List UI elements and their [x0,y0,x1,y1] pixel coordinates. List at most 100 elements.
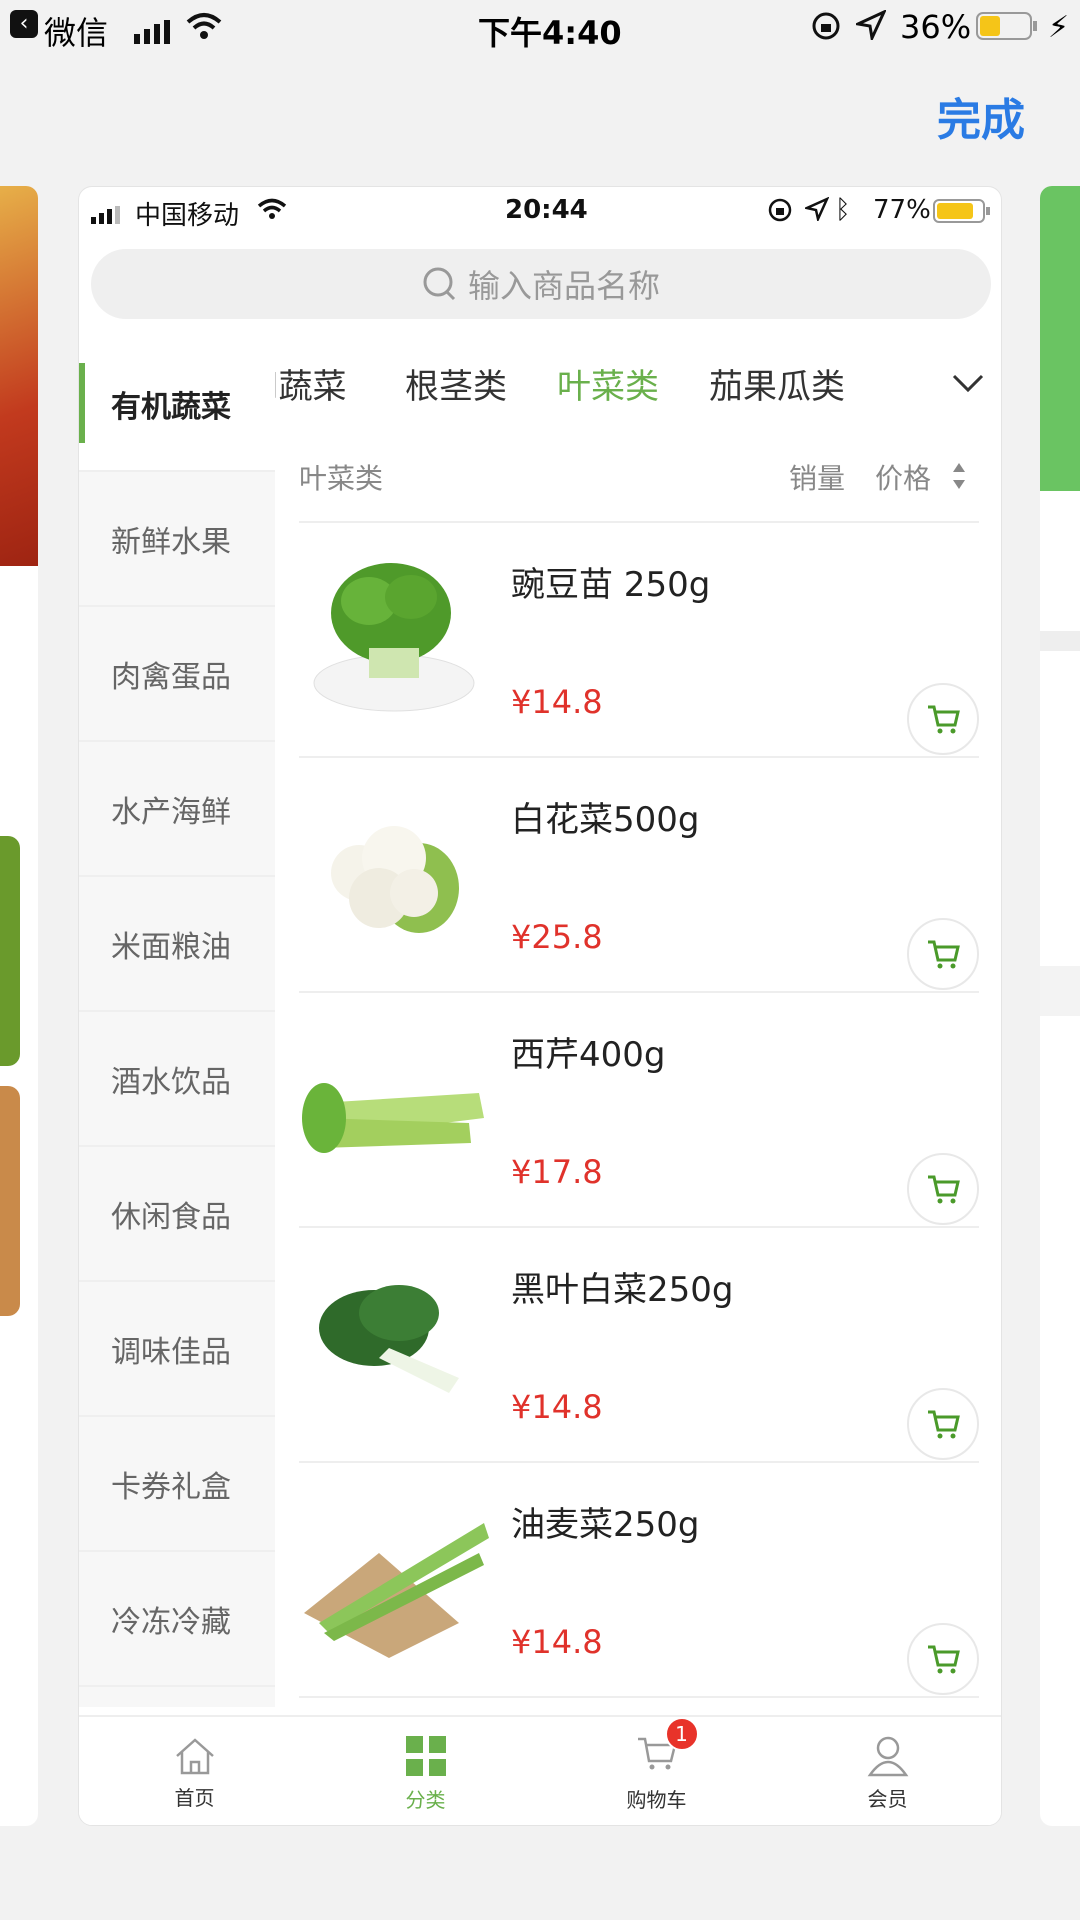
product-row[interactable]: 豌豆苗 250g ¥14.8 [299,523,979,758]
tab-category[interactable]: 分类 [310,1717,541,1825]
inner-clock: 20:44 [505,195,588,225]
sort-arrows-icon[interactable] [951,461,967,498]
product-price: ¥14.8 [511,1388,603,1426]
tab-root-veg[interactable]: 根茎类 [405,359,507,408]
preview-divider [1040,631,1080,651]
bottom-tab-bar: 首页 分类 1 购物车 会员 [79,1715,1001,1825]
product-image-lettuce [299,1493,489,1663]
battery-icon [976,12,1040,50]
battery-icon [933,199,993,230]
cart-icon [928,1175,960,1204]
home-icon [175,1737,214,1774]
location-icon [852,8,888,48]
product-row[interactable]: 白花菜500g ¥25.8 [299,758,979,993]
signal-icon [134,14,174,52]
sidebar-item-label: 酒水饮品 [111,1064,231,1100]
sidebar-item-label: 休闲食品 [111,1199,231,1235]
tab-cart[interactable]: 1 购物车 [541,1717,772,1825]
sidebar-item-label: 有机蔬菜 [111,389,231,425]
sidebar-item-frozen[interactable]: 冷冻冷藏 [79,1552,275,1687]
product-name: 黑叶白菜250g [511,1270,734,1310]
tab-leafy-veg[interactable]: 叶菜类 [557,359,659,408]
sidebar-item-label: 水产海鲜 [111,794,231,830]
product-image-pea-shoots [299,553,489,723]
search-input[interactable]: 输入商品名称 [91,249,991,319]
product-price: ¥25.8 [511,918,603,956]
preview-image [1040,186,1080,491]
preview-image [0,1086,20,1316]
sidebar-item-seasoning[interactable]: 调味佳品 [79,1282,275,1417]
sidebar-item-gift-cards[interactable]: 卡券礼盒 [79,1417,275,1552]
product-name: 油麦菜250g [511,1505,700,1545]
list-category-title: 叶菜类 [299,462,384,495]
product-price: ¥17.8 [511,1153,603,1191]
back-arrow-icon[interactable]: ‹ [10,10,38,38]
location-icon [803,196,830,228]
sidebar-item-meat-eggs[interactable]: 肉禽蛋品 [79,607,275,742]
app-preview-card: 中国移动 20:44 ᛒ 77% 输入商品名称 l蔬菜 根茎类 叶菜类 茄果瓜类 [78,186,1002,1826]
product-row[interactable]: 黑叶白菜250g ¥14.8 [299,1228,979,1463]
tab-organic-veg[interactable]: l蔬菜 [275,359,346,408]
signal-icon [91,201,125,231]
sidebar-item-snacks[interactable]: 休闲食品 [79,1147,275,1282]
user-icon [867,1736,908,1776]
add-to-cart-button[interactable] [907,683,979,755]
cart-icon [928,705,960,734]
sort-sales-button[interactable]: 销量 [789,457,845,497]
subcategory-tabs: l蔬菜 根茎类 叶菜类 茄果瓜类 [275,337,1001,427]
inner-status-bar: 中国移动 20:44 ᛒ 77% [79,187,1001,235]
outer-status-bar: ‹ 微信 下午4:40 36% ⚡ [0,0,1080,56]
tab-label: 会员 [867,1786,908,1811]
sidebar-item-drinks[interactable]: 酒水饮品 [79,1012,275,1147]
tab-home[interactable]: 首页 [79,1717,310,1825]
preview-divider [1040,966,1080,1016]
add-to-cart-button[interactable] [907,1623,979,1695]
sort-price-button[interactable]: 价格 [875,457,931,497]
preview-image [0,836,20,1066]
tab-fruit-veg[interactable]: 茄果瓜类 [709,359,845,408]
back-app-label[interactable]: 微信 [44,8,108,54]
add-to-cart-button[interactable] [907,1388,979,1460]
inner-battery-text: 77% [873,195,931,225]
cart-icon [928,1645,960,1674]
chevron-down-icon[interactable] [951,363,985,403]
sidebar-item-seafood[interactable]: 水产海鲜 [79,742,275,877]
add-to-cart-button[interactable] [907,918,979,990]
sidebar-item-grain-oil[interactable]: 米面粮油 [79,877,275,1012]
product-price: ¥14.8 [511,683,603,721]
tab-label: 购物车 [626,1788,687,1812]
previous-preview-card[interactable] [0,186,38,1826]
preview-image [0,186,38,566]
rotation-lock-icon [767,197,793,230]
tab-member[interactable]: 会员 [772,1717,1001,1825]
category-sidebar: 有机蔬菜 新鲜水果 肉禽蛋品 水产海鲜 米面粮油 酒水饮品 休闲食品 调味佳品 … [79,337,275,1707]
product-name: 西芹400g [511,1035,666,1075]
product-image-celery [299,1023,489,1193]
tab-label: 首页 [174,1785,215,1810]
wifi-icon [186,10,222,48]
sidebar-item-label: 新鲜水果 [111,524,231,560]
cart-badge: 1 [664,1717,699,1751]
product-image-cauliflower [299,788,489,958]
next-preview-card[interactable] [1040,186,1080,1826]
wifi-icon [257,197,287,227]
product-row[interactable]: 油麦菜250g ¥14.8 [299,1463,979,1698]
sidebar-item-organic-veg[interactable]: 有机蔬菜 [79,337,275,472]
search-placeholder: 输入商品名称 [467,267,660,305]
grid-icon [405,1735,446,1776]
sidebar-item-label: 米面粮油 [111,929,231,965]
product-image-bok-choy [299,1258,489,1428]
sidebar-item-fresh-fruit[interactable]: 新鲜水果 [79,472,275,607]
sidebar-item-label: 调味佳品 [111,1334,231,1370]
charging-icon: ⚡ [1048,10,1070,45]
done-button[interactable]: 完成 [937,84,1025,148]
cart-icon [928,940,960,969]
outer-battery-text: 36% [900,8,972,46]
sidebar-item-label: 肉禽蛋品 [111,659,231,695]
tab-label: 分类 [405,1787,446,1812]
add-to-cart-button[interactable] [907,1153,979,1225]
product-row[interactable]: 西芹400g ¥17.8 [299,993,979,1228]
search-icon [422,266,458,302]
sidebar-item-label: 冷冻冷藏 [111,1604,231,1640]
sidebar-item-label: 卡券礼盒 [111,1469,231,1505]
